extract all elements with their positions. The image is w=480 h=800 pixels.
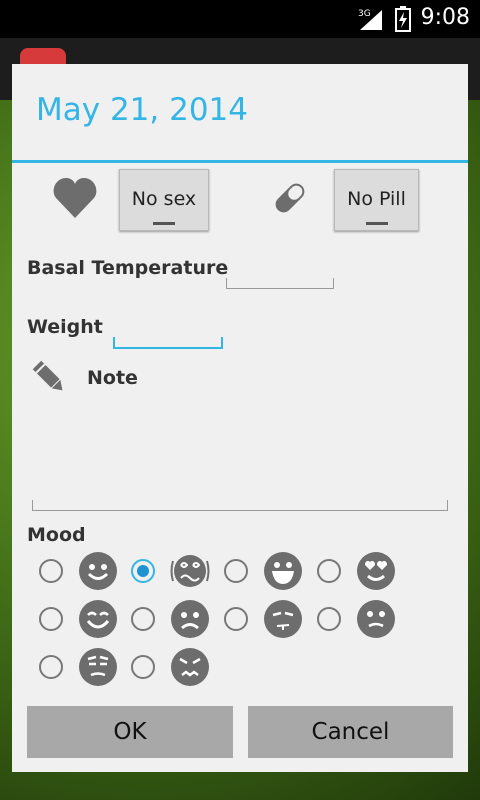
signal-icon: 3G [358,9,382,30]
ok-button[interactable]: OK [27,706,233,758]
mood-radio-smile[interactable] [39,559,63,583]
note-input[interactable] [32,500,448,511]
grin-icon [264,552,302,590]
network-label: 3G [358,9,371,19]
mood-radio-happy[interactable] [39,607,63,631]
weight-label: Weight [27,316,103,338]
dizzy-icon [170,555,210,587]
wink-icon [264,600,302,638]
basal-temperature-input[interactable] [226,278,334,289]
pencil-icon [32,360,63,391]
title-divider [12,160,468,163]
mood-radio-sad[interactable] [131,607,155,631]
unamused-icon [79,648,117,686]
cancel-button[interactable]: Cancel [248,706,453,758]
basal-temperature-label: Basal Temperature [27,257,229,279]
pill-toggle-label: No Pill [347,188,406,210]
mood-radio-love[interactable] [317,559,341,583]
dialog-title: May 21, 2014 [36,92,248,128]
mood-label: Mood [27,524,86,546]
meh-icon [357,600,395,638]
status-bar: 3G 9:08 [0,0,480,38]
battery-charging-icon [395,6,411,32]
mood-radio-dizzy[interactable] [131,559,155,583]
mood-radio-angry[interactable] [131,655,155,679]
status-time: 9:08 [420,5,470,30]
weight-input[interactable] [113,337,223,349]
toggle-indicator [365,222,388,225]
sex-toggle-label: No sex [131,188,197,210]
mood-radio-meh[interactable] [317,607,341,631]
pill-toggle-button[interactable]: No Pill [334,169,419,231]
mood-radio-wink[interactable] [224,607,248,631]
pill-icon [275,183,305,213]
love-eyes-icon [357,552,395,590]
day-dialog: May 21, 2014 No sex No Pill Basal Temper… [12,64,468,772]
smile-icon [79,552,117,590]
sad-icon [171,600,209,638]
note-label: Note [87,367,138,389]
toggle-indicator [153,222,175,225]
sex-toggle-button[interactable]: No sex [119,169,209,231]
heart-icon [53,178,97,218]
mood-radio-grin[interactable] [224,559,248,583]
happy-icon [79,600,117,638]
angry-icon [171,648,209,686]
mood-radio-unamused[interactable] [39,655,63,679]
